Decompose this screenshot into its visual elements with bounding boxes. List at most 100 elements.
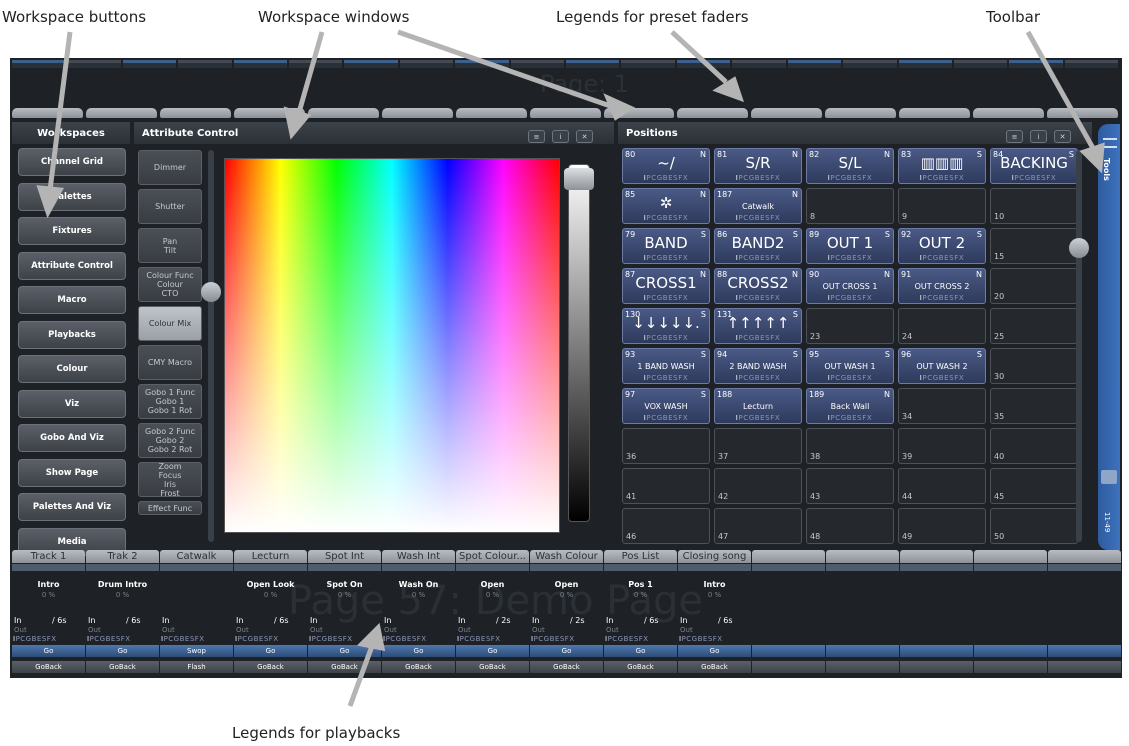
playback-tab[interactable]: [900, 550, 973, 563]
info-icon[interactable]: i: [552, 130, 569, 143]
position-cell[interactable]: 43: [806, 468, 894, 504]
playback-goback-button[interactable]: [900, 661, 973, 673]
playback-tab[interactable]: Lecturn: [234, 550, 307, 563]
position-cell[interactable]: 86 S BAND2 IPCGBESFX: [714, 228, 802, 264]
workspace-button[interactable]: Colour: [18, 355, 126, 383]
playback-tab[interactable]: Spot Colour...: [456, 550, 529, 563]
position-cell[interactable]: 187 N Catwalk IPCGBESFX: [714, 188, 802, 224]
playback-goback-button[interactable]: [752, 661, 825, 673]
playback-goback-button[interactable]: GoBack: [530, 661, 603, 673]
playback-go-button[interactable]: Go: [234, 645, 307, 657]
position-cell[interactable]: 90 N OUT CROSS 1 IPCGBESFX: [806, 268, 894, 304]
position-cell[interactable]: 82 N S/L IPCGBESFX: [806, 148, 894, 184]
position-cell[interactable]: 23: [806, 308, 894, 344]
attribute-button[interactable]: Gobo 1 Func Gobo 1 Gobo 1 Rot: [138, 384, 202, 419]
position-cell[interactable]: 189 N Back Wall IPCGBESFX: [806, 388, 894, 424]
position-cell[interactable]: 44: [898, 468, 986, 504]
colour-mix-picker[interactable]: [224, 158, 560, 533]
playback-goback-button[interactable]: GoBack: [12, 661, 85, 673]
playback-tab[interactable]: [974, 550, 1047, 563]
playback-go-button[interactable]: [974, 645, 1047, 657]
attribute-scroll-handle[interactable]: [201, 282, 221, 302]
workspace-tab[interactable]: [677, 108, 749, 118]
toolbar-tools-label[interactable]: Tools: [1102, 158, 1111, 181]
position-cell[interactable]: 45: [990, 468, 1078, 504]
position-cell[interactable]: 24: [898, 308, 986, 344]
playback-goback-button[interactable]: GoBack: [456, 661, 529, 673]
playback-goback-button[interactable]: [826, 661, 899, 673]
workspace-button[interactable]: Palettes: [18, 182, 126, 211]
playback-tab[interactable]: Trak 2: [86, 550, 159, 563]
workspace-button[interactable]: Viz: [18, 389, 126, 418]
colour-mix-level-slider[interactable]: [568, 164, 590, 522]
playback-go-button[interactable]: Go: [530, 645, 603, 657]
workspace-tab[interactable]: [381, 108, 453, 118]
position-cell[interactable]: 10: [990, 188, 1078, 224]
workspace-button[interactable]: Macro: [18, 286, 126, 314]
playback-goback-button[interactable]: [1048, 661, 1121, 673]
position-cell[interactable]: 40: [990, 428, 1078, 464]
workspace-tab[interactable]: [233, 108, 305, 118]
playback-go-button[interactable]: [752, 645, 825, 657]
keypad-icon[interactable]: [1101, 470, 1117, 484]
workspace-tab[interactable]: [1047, 108, 1119, 118]
position-cell[interactable]: 42: [714, 468, 802, 504]
position-cell[interactable]: 49: [898, 508, 986, 544]
workspace-tab[interactable]: [85, 108, 157, 118]
attribute-scroll-track[interactable]: [208, 150, 214, 542]
playback-go-button[interactable]: Go: [604, 645, 677, 657]
position-cell[interactable]: 79 S BAND IPCGBESFX: [622, 228, 710, 264]
position-cell[interactable]: 83 S ▥▥▥ IPCGBESFX: [898, 148, 986, 184]
position-cell[interactable]: 88 N CROSS2 IPCGBESFX: [714, 268, 802, 304]
position-cell[interactable]: 91 N OUT CROSS 2 IPCGBESFX: [898, 268, 986, 304]
position-cell[interactable]: 38: [806, 428, 894, 464]
position-cell[interactable]: 8: [806, 188, 894, 224]
workspace-tab[interactable]: [603, 108, 675, 118]
attribute-button[interactable]: Effect Func: [138, 501, 202, 515]
positions-scroll-track[interactable]: [1076, 150, 1082, 542]
position-cell[interactable]: 188 Lecturn IPCGBESFX: [714, 388, 802, 424]
workspace-button[interactable]: Playbacks: [18, 320, 126, 349]
position-cell[interactable]: 84 S BACKING IPCGBESFX: [990, 148, 1078, 184]
workspace-button[interactable]: Gobo And Viz: [18, 424, 126, 452]
workspace-tab[interactable]: [751, 108, 823, 118]
menu-icon[interactable]: ≡: [1006, 130, 1023, 143]
playback-goback-button[interactable]: GoBack: [604, 661, 677, 673]
playback-goback-button[interactable]: GoBack: [678, 661, 751, 673]
position-cell[interactable]: 97 S VOX WASH IPCGBESFX: [622, 388, 710, 424]
toolbar[interactable]: Tools 11-49: [1098, 124, 1120, 550]
playback-tab[interactable]: Wash Int: [382, 550, 455, 563]
workspace-tab[interactable]: [159, 108, 231, 118]
playback-tab[interactable]: [752, 550, 825, 563]
playback-goback-button[interactable]: GoBack: [86, 661, 159, 673]
workspace-tab[interactable]: [825, 108, 897, 118]
position-cell[interactable]: 130 S ↓↓↓↓↓. IPCGBESFX: [622, 308, 710, 344]
playback-tab[interactable]: Catwalk: [160, 550, 233, 563]
position-cell[interactable]: 36: [622, 428, 710, 464]
attribute-button[interactable]: Shutter: [138, 189, 202, 224]
playback-go-button[interactable]: Go: [382, 645, 455, 657]
attribute-button[interactable]: Dimmer: [138, 150, 202, 185]
positions-scroll-handle[interactable]: [1069, 238, 1089, 258]
position-cell[interactable]: 94 S 2 BAND WASH IPCGBESFX: [714, 348, 802, 384]
playback-go-button[interactable]: Go: [12, 645, 85, 657]
menu-icon[interactable]: ≡: [528, 130, 545, 143]
position-cell[interactable]: 30: [990, 348, 1078, 384]
playback-tab[interactable]: Spot Int: [308, 550, 381, 563]
position-cell[interactable]: 95 S OUT WASH 1 IPCGBESFX: [806, 348, 894, 384]
attribute-button[interactable]: Zoom Focus Iris Frost: [138, 462, 202, 498]
close-icon[interactable]: ✕: [576, 130, 593, 143]
playback-go-button[interactable]: [1048, 645, 1121, 657]
playback-goback-button[interactable]: GoBack: [382, 661, 455, 673]
position-cell[interactable]: 93 S 1 BAND WASH IPCGBESFX: [622, 348, 710, 384]
playback-tab[interactable]: [826, 550, 899, 563]
position-cell[interactable]: 89 S OUT 1 IPCGBESFX: [806, 228, 894, 264]
workspace-tab[interactable]: [455, 108, 527, 118]
attribute-button[interactable]: Colour Mix: [138, 306, 202, 341]
playback-go-button[interactable]: Swop: [160, 645, 233, 657]
position-cell[interactable]: 50: [990, 508, 1078, 544]
position-cell[interactable]: 37: [714, 428, 802, 464]
workspace-tab[interactable]: [973, 108, 1045, 118]
workspace-button[interactable]: Show Page: [18, 458, 126, 487]
position-cell[interactable]: 131 S ↑↑↑↑↑ IPCGBESFX: [714, 308, 802, 344]
